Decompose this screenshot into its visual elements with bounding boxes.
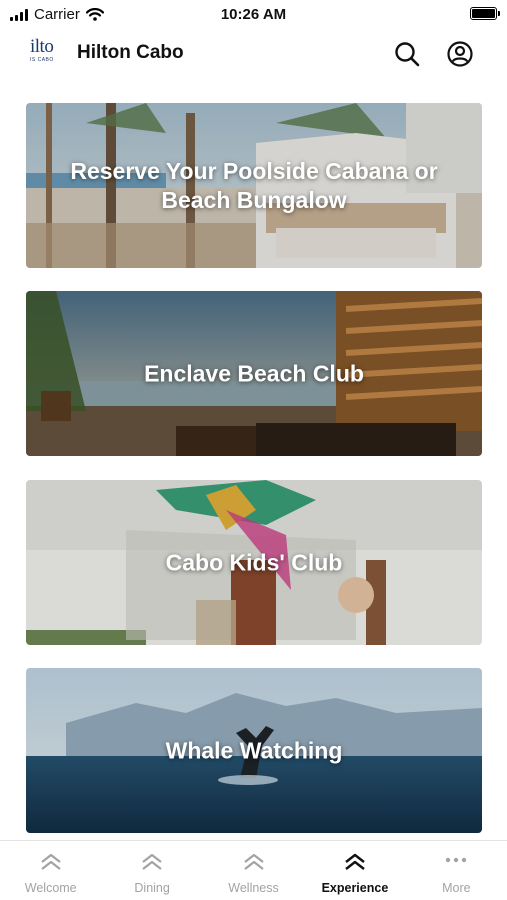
tab-experience-label: Experience [321,881,389,895]
logo-text: ilto [30,38,54,57]
app-title: Hilton Cabo [77,42,184,63]
cabana-card[interactable]: Reserve Your Poolside Cabana or Beach Bu… [26,103,482,268]
status-bar: Carrier 10:26 AM [0,0,507,30]
app-header: ilto IS CABO Hilton Cabo [0,32,507,76]
tab-more-label: More [442,881,471,895]
double-chevron-up-icon [343,853,367,871]
hilton-logo: ilto IS CABO [30,38,62,70]
whale-watching-card[interactable]: Whale Watching [26,668,482,833]
tab-welcome-label: Welcome [24,881,77,895]
tab-experience[interactable]: Experience [304,841,405,900]
battery-icon [470,7,500,20]
cabana-card-title: Reserve Your Poolside Cabana or Beach Bu… [70,157,438,213]
whale-watching-card-title: Whale Watching [165,737,343,763]
status-time: 10:26 AM [220,6,287,23]
kids-club-card[interactable]: Cabo Kids' Club [26,480,482,645]
more-dots-icon [444,853,468,871]
account-icon [447,41,473,67]
double-chevron-up-icon [242,853,266,871]
double-chevron-up-icon [140,853,164,871]
beach-club-card-title: Enclave Beach Club [144,360,364,386]
tab-welcome[interactable]: Welcome [0,841,101,900]
double-chevron-up-icon [39,853,63,871]
tab-dining[interactable]: Dining [101,841,202,900]
tab-more[interactable]: More [406,841,507,900]
enclave-beach-club-card[interactable]: Enclave Beach Club [26,291,482,456]
search-button[interactable] [391,38,423,70]
tab-wellness[interactable]: Wellness [203,841,304,900]
tab-wellness-label: Wellness [228,881,279,895]
bottom-tab-bar: Welcome Dining Wellness Experience More [0,840,507,900]
search-icon [395,42,420,67]
logo-subtext: IS CABO [30,57,54,63]
account-button[interactable] [444,38,476,70]
tab-dining-label: Dining [134,881,170,895]
kids-club-card-title: Cabo Kids' Club [165,549,343,575]
